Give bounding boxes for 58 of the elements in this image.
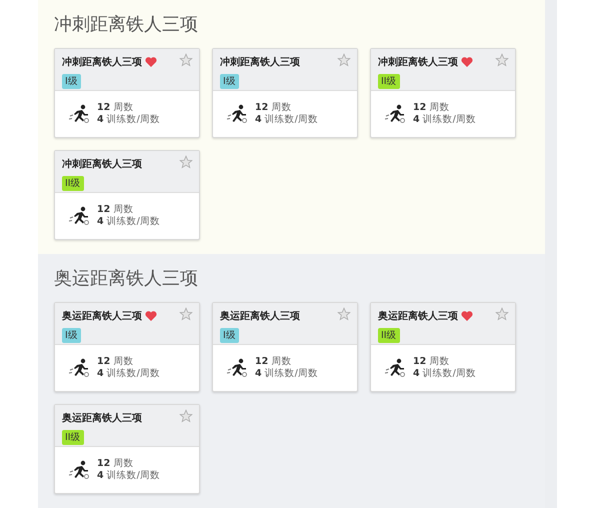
- level-badge: II级: [62, 430, 84, 445]
- plan-card[interactable]: 冲刺距离铁人三项 II级 12 周数 4 训练数/周数: [54, 150, 200, 240]
- plan-title: 冲刺距离铁人三项: [220, 55, 300, 69]
- level-badge: II级: [62, 176, 84, 191]
- star-button[interactable]: [179, 155, 193, 169]
- sessions-text: 4 训练数/周数: [255, 368, 318, 380]
- sessions-text: 4 训练数/周数: [413, 114, 476, 126]
- plan-card[interactable]: 奥运距离铁人三项 I级 12 周数 4 训练数/周数: [54, 302, 200, 392]
- weeks-text: 12 周数: [255, 356, 292, 368]
- section-title: 冲刺距离铁人三项: [54, 13, 199, 36]
- plan-card[interactable]: 奥运距离铁人三项 II级 12 周数 4 训练数/周数: [54, 404, 200, 494]
- plan-title: 奥运距离铁人三项: [378, 309, 458, 323]
- star-button[interactable]: [179, 307, 193, 321]
- star-button[interactable]: [337, 307, 351, 321]
- level-badge: I级: [62, 328, 81, 343]
- level-badge: I级: [220, 74, 239, 89]
- weeks-text: 12 周数: [97, 102, 134, 114]
- level-badge: I级: [220, 328, 239, 343]
- weeks-text: 12 周数: [97, 458, 134, 470]
- sessions-text: 4 训练数/周数: [97, 368, 160, 380]
- weeks-text: 12 周数: [255, 102, 292, 114]
- weeks-text: 12 周数: [413, 356, 450, 368]
- level-badge: II级: [378, 74, 400, 89]
- plan-card[interactable]: 冲刺距离铁人三项 II级 12 周数 4 训练数/周数: [370, 48, 516, 138]
- plan-title: 奥运距离铁人三项: [62, 309, 142, 323]
- runner-icon: [69, 104, 91, 124]
- weeks-text: 12 周数: [97, 204, 134, 216]
- star-button[interactable]: [179, 53, 193, 67]
- sessions-text: 4 训练数/周数: [97, 114, 160, 126]
- plan-title: 奥运距离铁人三项: [220, 309, 300, 323]
- runner-icon: [227, 358, 249, 378]
- sessions-text: 4 训练数/周数: [255, 114, 318, 126]
- sessions-text: 4 训练数/周数: [97, 216, 160, 228]
- plan-title: 冲刺距离铁人三项: [62, 55, 142, 69]
- plan-card[interactable]: 冲刺距离铁人三项 I级 12 周数 4 训练数/周数: [54, 48, 200, 138]
- runner-icon: [69, 460, 91, 480]
- plan-title: 冲刺距离铁人三项: [62, 157, 142, 171]
- plan-card[interactable]: 冲刺距离铁人三项 I级 12 周数 4 训练数/周数: [212, 48, 358, 138]
- level-badge: II级: [378, 328, 400, 343]
- level-badge: I级: [62, 74, 81, 89]
- plan-title: 奥运距离铁人三项: [62, 411, 142, 425]
- star-button[interactable]: [337, 53, 351, 67]
- runner-icon: [69, 358, 91, 378]
- plan-card[interactable]: 奥运距离铁人三项 I级 12 周数 4 训练数/周数: [212, 302, 358, 392]
- star-button[interactable]: [179, 409, 193, 423]
- weeks-text: 12 周数: [97, 356, 134, 368]
- section-title: 奥运距离铁人三项: [54, 267, 199, 290]
- runner-icon: [69, 206, 91, 226]
- runner-icon: [227, 104, 249, 124]
- star-button[interactable]: [495, 307, 509, 321]
- weeks-text: 12 周数: [413, 102, 450, 114]
- plan-card[interactable]: 奥运距离铁人三项 II级 12 周数 4 训练数/周数: [370, 302, 516, 392]
- star-button[interactable]: [495, 53, 509, 67]
- runner-icon: [385, 104, 407, 124]
- runner-icon: [385, 358, 407, 378]
- sessions-text: 4 训练数/周数: [97, 470, 160, 482]
- sessions-text: 4 训练数/周数: [413, 368, 476, 380]
- plan-title: 冲刺距离铁人三项: [378, 55, 458, 69]
